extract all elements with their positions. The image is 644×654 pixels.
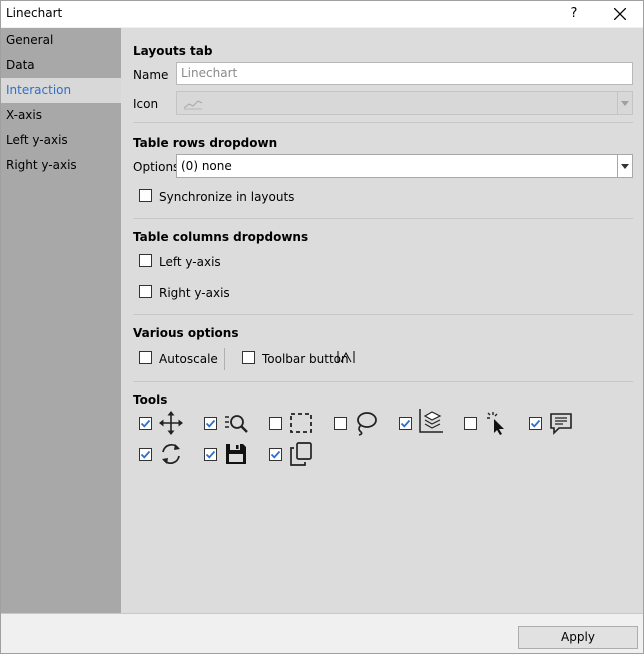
options-dropdown[interactable]: (0) none (176, 154, 633, 178)
select-rect-tool-checkbox[interactable] (269, 417, 282, 430)
save-tool-checkbox[interactable] (204, 448, 217, 461)
synchronize-label: Synchronize in layouts (159, 190, 295, 204)
pointer-icon (487, 412, 504, 435)
close-button[interactable] (597, 1, 643, 27)
refresh-tool-checkbox[interactable] (139, 448, 152, 461)
table-columns-title: Table columns dropdowns (133, 230, 309, 244)
checkmark-icon (205, 419, 216, 428)
select-rect-icon (290, 413, 312, 433)
refresh-icon (162, 444, 180, 464)
right-y-axis-label: Right y-axis (159, 286, 230, 300)
dialog-window: Linechart ? General Data Interaction X-a… (0, 0, 644, 654)
right-y-axis-checkbox[interactable] (139, 285, 152, 298)
left-y-axis-checkbox[interactable] (139, 254, 152, 267)
layers-icon (419, 409, 443, 433)
sidebar-item-interaction[interactable]: Interaction (1, 78, 121, 103)
icon-select-arrow[interactable] (617, 92, 632, 114)
linechart-icon (183, 100, 203, 110)
checkmark-icon (530, 419, 541, 428)
autoscale-checkbox[interactable] (139, 351, 152, 364)
help-button[interactable]: ? (557, 1, 591, 27)
chevron-down-icon (621, 164, 629, 169)
synchronize-checkbox[interactable] (139, 189, 152, 202)
lasso-tool-checkbox[interactable] (334, 417, 347, 430)
checkmark-icon (205, 450, 216, 459)
autoscale-label: Autoscale (159, 352, 218, 366)
zoom-tool-checkbox[interactable] (204, 417, 217, 430)
save-icon (226, 444, 246, 464)
vertical-divider (224, 348, 225, 370)
name-input[interactable]: Linechart (176, 62, 633, 85)
icon-label: Icon (133, 97, 159, 111)
apply-button[interactable]: Apply (518, 626, 638, 649)
layouts-tab-title: Layouts tab (133, 44, 213, 58)
divider (133, 381, 633, 382)
annotation-icon (550, 413, 572, 435)
various-options-title: Various options (133, 326, 239, 340)
tools-title: Tools (133, 393, 168, 407)
zoom-icon (225, 415, 248, 433)
divider (133, 314, 633, 315)
toolbar-button-label: Toolbar button (262, 352, 349, 366)
move-tool-checkbox[interactable] (139, 417, 152, 430)
options-dropdown-arrow[interactable] (617, 155, 632, 177)
sidebar-item-left-y-axis[interactable]: Left y-axis (1, 128, 121, 153)
annotation-tool-checkbox[interactable] (529, 417, 542, 430)
sidebar-item-x-axis[interactable]: X-axis (1, 103, 121, 128)
window-title: Linechart (6, 6, 63, 20)
move-icon (159, 411, 183, 435)
settings-panel: Layouts tab Name Linechart Icon Table ro… (121, 28, 643, 613)
icon-select[interactable] (176, 91, 633, 115)
checkmark-icon (270, 450, 281, 459)
lasso-icon (357, 412, 377, 436)
divider (133, 218, 633, 219)
copy-tool-checkbox[interactable] (269, 448, 282, 461)
close-icon (614, 8, 626, 20)
options-label: Options (133, 160, 180, 174)
checkmark-icon (140, 419, 151, 428)
pointer-tool-checkbox[interactable] (464, 417, 477, 430)
sidebar: General Data Interaction X-axis Left y-a… (1, 28, 121, 613)
name-label: Name (133, 68, 169, 82)
chevron-down-icon (621, 101, 629, 106)
checkmark-icon (400, 419, 411, 428)
title-bar: Linechart ? (1, 1, 643, 27)
sidebar-item-data[interactable]: Data (1, 53, 121, 78)
left-y-axis-label: Left y-axis (159, 255, 221, 269)
sidebar-item-right-y-axis[interactable]: Right y-axis (1, 153, 121, 178)
divider (133, 122, 633, 123)
table-rows-title: Table rows dropdown (133, 136, 278, 150)
autoscale-icon (337, 351, 355, 363)
copy-icon (290, 442, 312, 466)
checkmark-icon (140, 450, 151, 459)
options-value: (0) none (181, 159, 232, 173)
dialog-footer: Apply (1, 613, 643, 653)
toolbar-button-checkbox[interactable] (242, 351, 255, 364)
layers-tool-checkbox[interactable] (399, 417, 412, 430)
sidebar-item-general[interactable]: General (1, 28, 121, 53)
